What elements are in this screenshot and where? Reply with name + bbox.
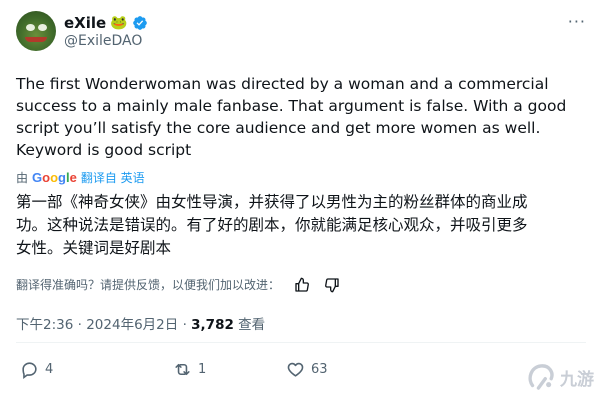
avatar-mouth [25, 37, 47, 42]
jiuyou-logo-icon [528, 364, 554, 390]
feedback-prompt: 翻译得准确吗？请提供反馈，以便我们加以改进： [16, 278, 281, 292]
tweet-text: The first Wonderwoman was directed by a … [16, 75, 567, 159]
translated-text: 第一部《神奇女侠》由女性导演，并获得了以男性为主的粉丝群体的商业成 功。这种说法… [16, 193, 528, 257]
retweet-icon [175, 363, 190, 376]
translation-attribution: 由 Google 翻译自 英语 [16, 169, 145, 186]
action-bar: 4 1 63 [16, 356, 576, 386]
avatar-eye [26, 24, 35, 31]
thumbs-up-icon[interactable] [294, 277, 310, 293]
translate-source-link[interactable]: 翻译自 英语 [81, 169, 145, 186]
meta-separator: · [77, 317, 82, 333]
tweet-metadata: 下午2:36 · 2024年6月2日 · 3,782 查看 [16, 313, 265, 333]
like-count: 63 [311, 362, 328, 377]
verified-badge-icon [132, 16, 147, 30]
views-label: 查看 [238, 317, 266, 333]
user-handle[interactable]: @ExileDAO [64, 33, 142, 49]
avatar[interactable] [16, 11, 56, 51]
google-logo: Google [32, 170, 77, 185]
user-name-row: eXile 🐸 [64, 14, 148, 32]
like-icon [287, 362, 304, 377]
more-icon[interactable]: ··· [568, 12, 586, 31]
tweet-time[interactable]: 下午2:36 [16, 317, 73, 333]
divider [16, 342, 586, 343]
reply-icon [22, 362, 37, 379]
reply-count: 4 [45, 362, 54, 377]
thumbs-down-icon[interactable] [324, 277, 340, 293]
tweet-date[interactable]: 2024年6月2日 [86, 317, 178, 333]
like-button[interactable]: 63 [286, 360, 328, 379]
retweet-button[interactable]: 1 [173, 360, 206, 379]
translation-feedback: 翻译得准确吗？请提供反馈，以便我们加以改进： [16, 276, 340, 293]
frog-emoji-icon: 🐸 [110, 15, 128, 31]
display-name[interactable]: eXile [64, 14, 106, 32]
retweet-count: 1 [198, 362, 207, 377]
reply-button[interactable]: 4 [20, 360, 53, 379]
translated-by-prefix: 由 [16, 171, 29, 185]
avatar-eye [38, 24, 47, 31]
watermark-text: 九游 [560, 369, 594, 390]
view-count: 3,782 [191, 317, 234, 333]
meta-separator: · [182, 317, 187, 333]
watermark: 九游 [524, 360, 594, 394]
